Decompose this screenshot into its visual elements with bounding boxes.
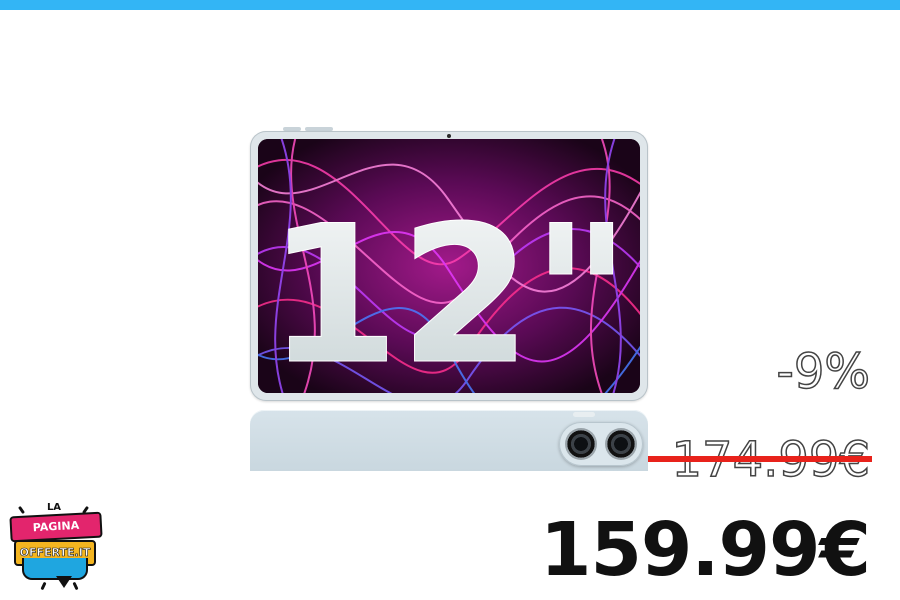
logo-speech-bubble bbox=[22, 558, 88, 580]
sale-price: 159.99€ bbox=[539, 507, 871, 593]
top-accent-bar bbox=[0, 0, 900, 10]
tablet-front-image: 12" bbox=[250, 131, 648, 401]
logo-spark-icon bbox=[17, 505, 26, 515]
discount-percentage: -9% bbox=[776, 343, 871, 401]
logo-top-text: LA bbox=[46, 502, 62, 513]
camera-module bbox=[559, 422, 643, 466]
logo-spark-icon bbox=[40, 581, 47, 591]
tablet-back-image bbox=[250, 410, 648, 471]
logo-spark-icon bbox=[72, 581, 79, 591]
flash-icon bbox=[573, 412, 595, 417]
logo-line-1: PAGINA DELLE bbox=[9, 511, 103, 556]
camera-lens-icon bbox=[565, 428, 597, 460]
front-camera-icon bbox=[447, 134, 451, 138]
camera-lens-icon bbox=[605, 428, 637, 460]
screen-size-text: 12" bbox=[267, 185, 630, 393]
strikethrough-line bbox=[648, 456, 872, 462]
site-logo: LA PAGINA DELLE OFFERTE.IT bbox=[8, 498, 103, 594]
screen-wallpaper: 12" bbox=[258, 139, 640, 393]
logo-bubble-tail bbox=[56, 576, 72, 588]
tablet-screen: 12" bbox=[258, 139, 640, 393]
